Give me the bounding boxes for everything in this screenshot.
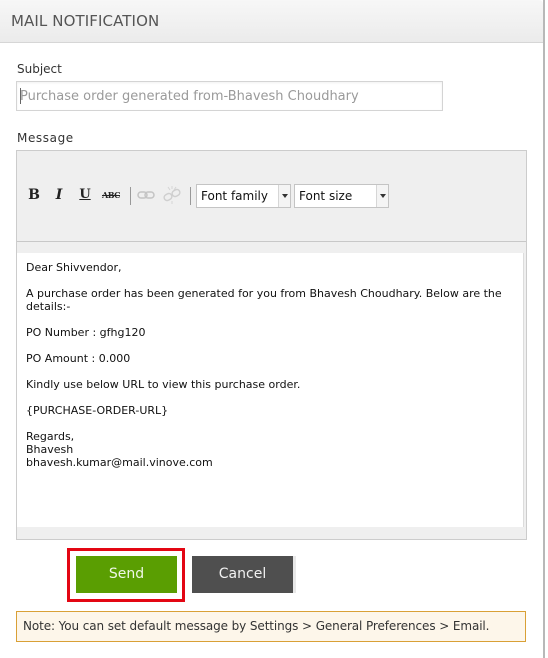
sender-name-text: Bhavesh	[26, 443, 74, 456]
strikethrough-button[interactable]: ABC	[101, 185, 121, 205]
mail-notification-dialog: MAIL NOTIFICATION Subject Message B I U …	[0, 0, 545, 658]
font-size-value: Font size	[299, 189, 353, 203]
toolbar-separator	[130, 187, 131, 205]
link-icon	[137, 191, 155, 199]
message-editor: B I U ABC Font family Font size Dear Shi…	[16, 150, 527, 540]
greeting-text: Dear Shivvendor,	[26, 261, 122, 274]
chevron-down-icon[interactable]	[278, 185, 290, 207]
text-cursor	[20, 88, 21, 104]
insert-link-button[interactable]	[136, 185, 156, 205]
font-family-select[interactable]: Font family	[196, 184, 291, 208]
note-banner: Note: You can set default message by Set…	[16, 611, 526, 642]
subject-input[interactable]	[16, 81, 443, 111]
url-instruction-text: Kindly use below URL to view this purcha…	[26, 378, 301, 391]
po-number-text: PO Number : gfhg120	[26, 326, 146, 339]
bold-button[interactable]: B	[24, 185, 44, 205]
url-placeholder-text: {PURCHASE-ORDER-URL}	[26, 404, 169, 417]
font-size-select[interactable]: Font size	[294, 184, 389, 208]
italic-button[interactable]: I	[49, 185, 69, 205]
chevron-down-icon[interactable]	[376, 185, 388, 207]
underline-button[interactable]: U	[75, 185, 95, 205]
font-family-value: Font family	[201, 189, 268, 203]
intro-text: A purchase order has been generated for …	[26, 287, 502, 313]
sender-email-text: bhavesh.kumar@mail.vinove.com	[26, 456, 213, 469]
closing-text: Regards,	[26, 430, 75, 443]
send-button[interactable]: Send	[76, 556, 177, 593]
subject-label: Subject	[17, 62, 62, 76]
po-amount-text: PO Amount : 0.000	[26, 352, 131, 365]
dialog-header: MAIL NOTIFICATION	[0, 0, 543, 43]
dialog-title: MAIL NOTIFICATION	[11, 12, 160, 30]
unlink-button[interactable]	[162, 185, 182, 205]
cancel-button[interactable]: Cancel	[192, 556, 293, 593]
editor-toolbar: B I U ABC Font family Font size	[17, 151, 526, 242]
message-label: Message	[17, 131, 74, 145]
toolbar-separator	[190, 187, 191, 205]
unlink-icon	[163, 186, 181, 204]
message-body[interactable]: Dear Shivvendor, A purchase order has be…	[17, 253, 524, 527]
